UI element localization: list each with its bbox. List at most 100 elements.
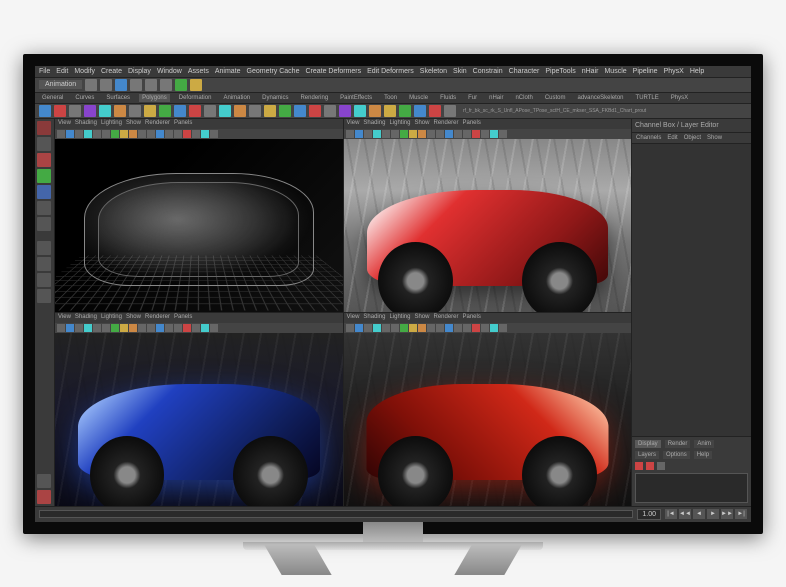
vp-menu-view[interactable]: View [58, 120, 71, 128]
vp-tool-icon[interactable] [165, 324, 173, 332]
vp-tool-icon[interactable] [364, 130, 372, 138]
shelf-icon[interactable] [249, 105, 261, 117]
shelf-icon[interactable] [264, 105, 276, 117]
vp-menu-panels[interactable]: Panels [174, 314, 192, 322]
vp-tool-icon[interactable] [355, 130, 363, 138]
vp-tool-icon[interactable] [111, 324, 119, 332]
vp-tool-icon[interactable] [391, 324, 399, 332]
vp-tool-icon[interactable] [192, 130, 200, 138]
vp-tool-icon[interactable] [138, 130, 146, 138]
shelf-tab-general[interactable]: General [39, 94, 66, 102]
playback-button[interactable]: ◄ [693, 509, 705, 519]
vp-tool-icon[interactable] [165, 130, 173, 138]
menu-edit-deformers[interactable]: Edit Deformers [367, 68, 414, 75]
vp-tool-icon[interactable] [400, 130, 408, 138]
vp-menu-renderer[interactable]: Renderer [433, 314, 458, 322]
shelf-icon[interactable] [69, 105, 81, 117]
shelf-icon[interactable] [129, 105, 141, 117]
shelf-tab-dynamics[interactable]: Dynamics [259, 94, 291, 102]
vp-tool-icon[interactable] [355, 324, 363, 332]
shelf-icon[interactable] [429, 105, 441, 117]
layer-tab-render[interactable]: Render [665, 440, 691, 448]
shelf-tab-custom[interactable]: Custom [542, 94, 569, 102]
playback-button[interactable]: ► [707, 509, 719, 519]
vp-tool-icon[interactable] [120, 324, 128, 332]
vp-tool-icon[interactable] [57, 324, 65, 332]
vp-tool-icon[interactable] [201, 324, 209, 332]
shelf-tab-painteffects[interactable]: PaintEffects [337, 94, 375, 102]
vp-menu-lighting[interactable]: Lighting [389, 120, 410, 128]
vp-menu-show[interactable]: Show [414, 120, 429, 128]
vp-tool-icon[interactable] [490, 324, 498, 332]
vp-menu-view[interactable]: View [347, 120, 360, 128]
shelf-icon[interactable] [114, 105, 126, 117]
menu-muscle[interactable]: Muscle [604, 68, 626, 75]
vp-tool-icon[interactable] [102, 130, 110, 138]
shelf-icon[interactable] [39, 105, 51, 117]
vp-tool-icon[interactable] [174, 324, 182, 332]
shelf-tab-fur[interactable]: Fur [465, 94, 480, 102]
vp-tool-icon[interactable] [201, 130, 209, 138]
shelf-icon[interactable] [309, 105, 321, 117]
vp-tool-icon[interactable] [364, 324, 372, 332]
shelf-icon[interactable] [294, 105, 306, 117]
vp-tool-icon[interactable] [210, 324, 218, 332]
vp-menu-shading[interactable]: Shading [363, 314, 385, 322]
channel-tab-show[interactable]: Show [707, 135, 722, 141]
toolbar-icon[interactable] [130, 79, 142, 91]
menu-geometry-cache[interactable]: Geometry Cache [247, 68, 300, 75]
vp-tool-icon[interactable] [427, 324, 435, 332]
quick-layout[interactable] [37, 474, 51, 488]
channel-tab-channels[interactable]: Channels [636, 135, 661, 141]
vp-tool-icon[interactable] [445, 324, 453, 332]
toolbar-icon[interactable] [160, 79, 172, 91]
vp-tool-icon[interactable] [436, 130, 444, 138]
shelf-tab-deformation[interactable]: Deformation [176, 94, 215, 102]
toolbar-icon[interactable] [190, 79, 202, 91]
shelf-icon[interactable] [384, 105, 396, 117]
menu-window[interactable]: Window [157, 68, 182, 75]
vp-menu-shading[interactable]: Shading [75, 120, 97, 128]
vp-menu-panels[interactable]: Panels [174, 120, 192, 128]
vp-tool-icon[interactable] [499, 130, 507, 138]
shelf-icon[interactable] [174, 105, 186, 117]
shelf-icon[interactable] [444, 105, 456, 117]
vp-tool-icon[interactable] [472, 324, 480, 332]
shelf-tab-curves[interactable]: Curves [72, 94, 97, 102]
menu-nhair[interactable]: nHair [582, 68, 599, 75]
menu-assets[interactable]: Assets [188, 68, 209, 75]
vp-tool-icon[interactable] [156, 324, 164, 332]
shelf-icon[interactable] [219, 105, 231, 117]
menu-help[interactable]: Help [690, 68, 704, 75]
vp-tool-icon[interactable] [463, 324, 471, 332]
menu-constrain[interactable]: Constrain [473, 68, 503, 75]
shelf-tab-muscle[interactable]: Muscle [406, 94, 431, 102]
vp-tool-icon[interactable] [147, 324, 155, 332]
shelf-tab-toon[interactable]: Toon [381, 94, 400, 102]
shelf-tab-polygons[interactable]: Polygons [139, 94, 170, 102]
vp-menu-lighting[interactable]: Lighting [389, 314, 410, 322]
vp-tool-icon[interactable] [427, 130, 435, 138]
shelf-icon[interactable] [234, 105, 246, 117]
vp-tool-icon[interactable] [57, 130, 65, 138]
vp-tool-icon[interactable] [373, 130, 381, 138]
vp-tool-icon[interactable] [409, 130, 417, 138]
vp-menu-lighting[interactable]: Lighting [101, 314, 122, 322]
menu-character[interactable]: Character [509, 68, 540, 75]
layer-add-icon[interactable] [657, 462, 665, 470]
mode-dropdown[interactable]: Animation [39, 80, 82, 89]
menu-create[interactable]: Create [101, 68, 122, 75]
shelf-icon[interactable] [369, 105, 381, 117]
rotate-tool[interactable] [37, 169, 51, 183]
vp-menu-panels[interactable]: Panels [463, 120, 481, 128]
shelf-icon[interactable] [339, 105, 351, 117]
shelf-tab-animation[interactable]: Animation [220, 94, 253, 102]
playback-button[interactable]: ►► [721, 509, 733, 519]
layer-tab-anim[interactable]: Anim [694, 440, 714, 448]
vp-tool-icon[interactable] [192, 324, 200, 332]
vp-menu-shading[interactable]: Shading [75, 314, 97, 322]
layer-color-red[interactable] [646, 462, 654, 470]
toolbar-icon[interactable] [85, 79, 97, 91]
layer-menu-help[interactable]: Help [694, 451, 712, 459]
viewport-canvas-wireframe[interactable] [55, 139, 343, 312]
